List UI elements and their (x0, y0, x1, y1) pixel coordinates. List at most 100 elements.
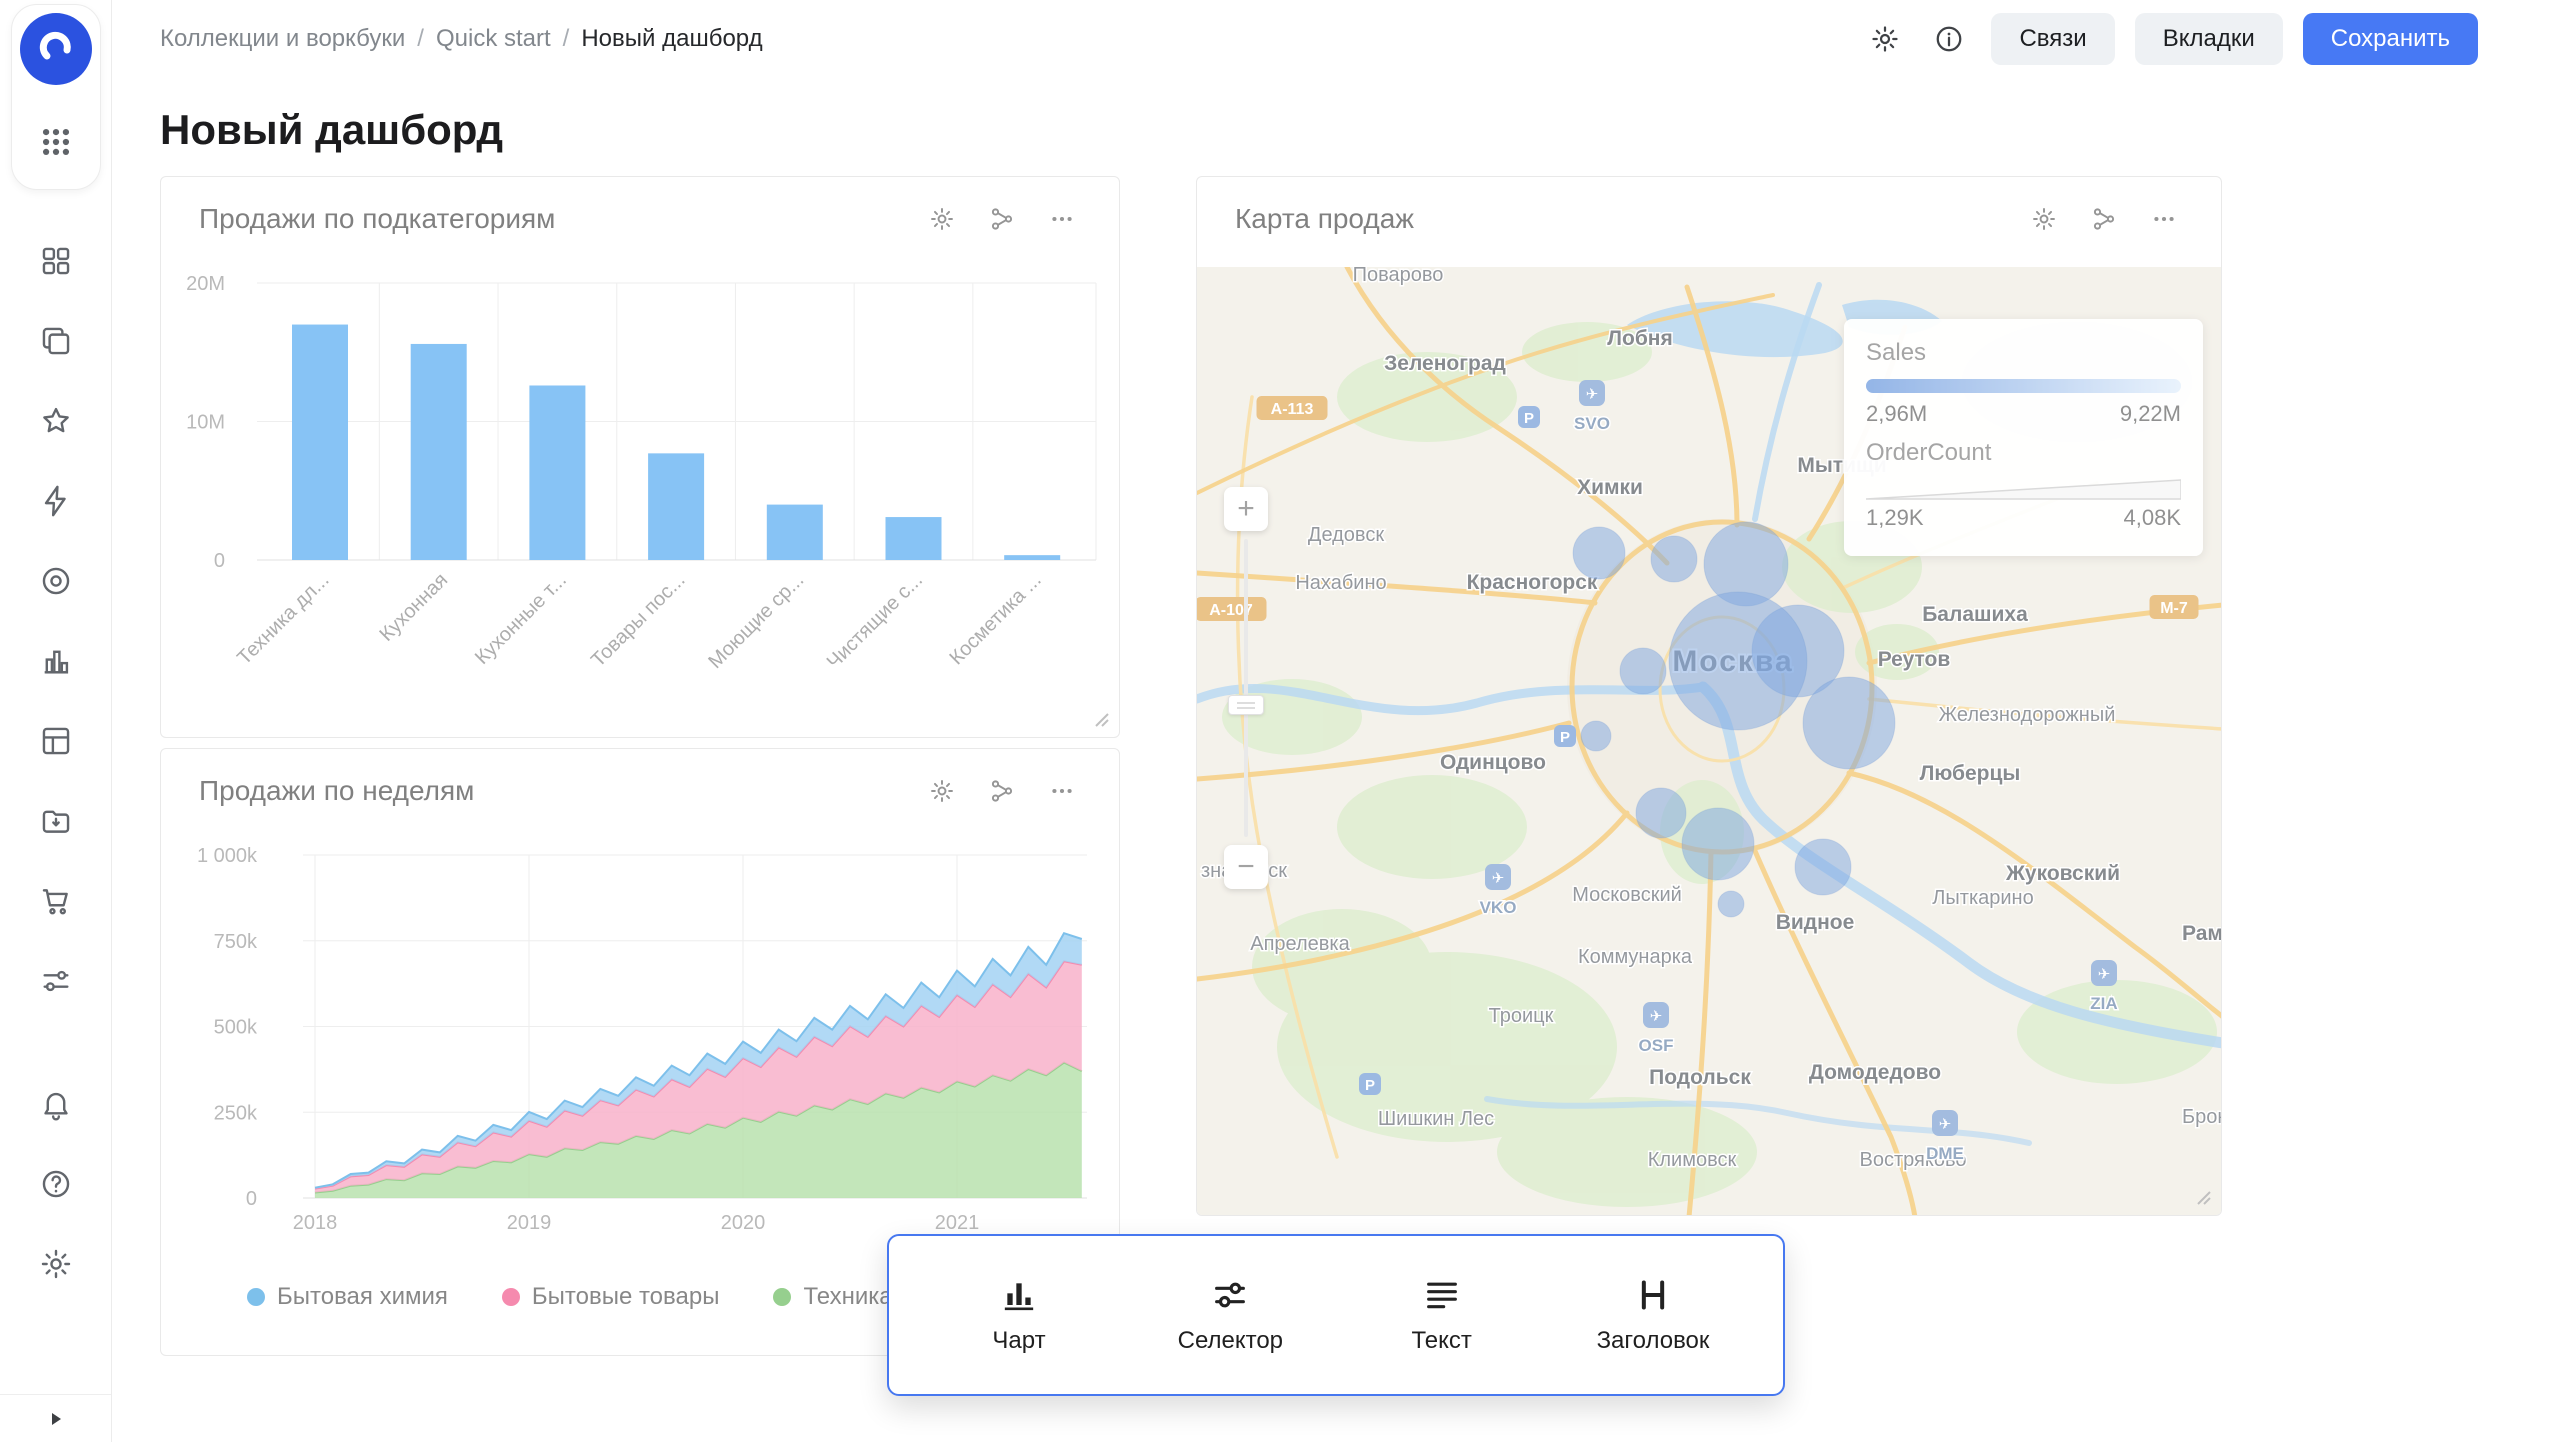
sidebar-item-dashboards[interactable] (0, 701, 112, 781)
dashboard-info-button[interactable] (1927, 17, 1971, 61)
svg-text:ZIA: ZIA (2090, 994, 2117, 1013)
widget-header: Карта продаж (1197, 177, 2221, 261)
map-canvas[interactable]: ПоваровоЗеленоградЛобняМытищиХимкиДедовс… (1197, 267, 2222, 1216)
save-button[interactable]: Сохранить (2303, 13, 2478, 65)
sidebar-item-help[interactable] (0, 1144, 112, 1224)
svg-text:✈: ✈ (1492, 870, 1505, 887)
svg-text:Климовск: Климовск (1648, 1149, 1737, 1171)
chart-legend: Бытовая химия Бытовые товары Техника (247, 1283, 893, 1311)
grid-squares-icon (39, 244, 73, 278)
svg-text:Р: Р (1365, 1077, 1375, 1094)
target-icon (39, 564, 73, 598)
widget-resize-handle[interactable] (1091, 709, 1111, 729)
area-chart-plot: 20182019202020210250k500k750k1 000k (161, 845, 1120, 1285)
map-legend-count-title: OrderCount (1866, 439, 2181, 467)
bell-icon (39, 1087, 73, 1121)
heading-icon (1633, 1275, 1673, 1315)
svg-text:OSF: OSF (1639, 1036, 1674, 1055)
zoom-out-button[interactable]: − (1224, 845, 1268, 889)
breadcrumb-current: Новый дашборд (581, 25, 762, 53)
add-text-label: Текст (1411, 1327, 1471, 1355)
legend-item[interactable]: Бытовая химия (247, 1283, 448, 1311)
gear-icon (929, 778, 955, 804)
svg-text:Химки: Химки (1577, 476, 1643, 499)
legend-item[interactable]: Бытовые товары (502, 1283, 720, 1311)
svg-text:Лыткарино: Лыткарино (1932, 887, 2033, 909)
svg-text:А-113: А-113 (1271, 401, 1314, 418)
sidebar-expand-button[interactable] (0, 1394, 111, 1442)
sidebar-item-notifications[interactable] (0, 1064, 112, 1144)
svg-text:Реутов: Реутов (1878, 648, 1951, 671)
gear-icon (1870, 24, 1900, 54)
zoom-slider-track[interactable] (1244, 539, 1248, 837)
gear-icon (2031, 206, 2057, 232)
ellipsis-icon (1049, 778, 1075, 804)
cart-icon (39, 884, 73, 918)
sidebar-item-collections[interactable] (0, 221, 112, 301)
tabs-button[interactable]: Вкладки (2135, 13, 2283, 65)
sidebar-item-charts[interactable] (0, 621, 112, 701)
sidebar-item-workbooks[interactable] (0, 301, 112, 381)
svg-text:10M: 10M (186, 412, 225, 434)
widget-links-button[interactable] (985, 774, 1019, 808)
widget-settings-button[interactable] (2027, 202, 2061, 236)
widget-links-button[interactable] (985, 202, 1019, 236)
widget-resize-handle[interactable] (2193, 1187, 2213, 1207)
svg-text:Зеленоград: Зеленоград (1384, 352, 1506, 375)
resize-corner-icon (2193, 1187, 2213, 1207)
widget-more-button[interactable] (1045, 774, 1079, 808)
svg-text:Кухонная: Кухонная (375, 569, 452, 646)
add-text-button[interactable]: Текст (1372, 1275, 1512, 1355)
dashboard-settings-button[interactable] (1863, 17, 1907, 61)
breadcrumb: Коллекции и воркбуки / Quick start / Нов… (160, 25, 763, 53)
apps-grid-icon[interactable] (37, 123, 75, 161)
sidebar-item-connections[interactable] (0, 461, 112, 541)
legend-label: Бытовая химия (277, 1283, 448, 1311)
layers-icon (39, 324, 73, 358)
add-selector-button[interactable]: Селектор (1160, 1275, 1300, 1355)
widget-settings-button[interactable] (925, 774, 959, 808)
widget-links-button[interactable] (2087, 202, 2121, 236)
widget-more-button[interactable] (2147, 202, 2181, 236)
legend-label: Бытовые товары (532, 1283, 720, 1311)
relations-button[interactable]: Связи (1991, 13, 2114, 65)
add-chart-button[interactable]: Чарт (949, 1275, 1089, 1355)
zoom-in-button[interactable]: + (1224, 487, 1268, 531)
svg-text:Дедовск: Дедовск (1308, 524, 1384, 546)
sales-min-value: 2,96M (1866, 401, 1927, 427)
sidebar-item-services[interactable] (0, 941, 112, 1021)
datalens-logo-icon (35, 28, 77, 70)
sidebar-item-datasets[interactable] (0, 541, 112, 621)
add-widget-toolbar: Чарт Селектор Текст (887, 1234, 1785, 1396)
sliders-icon (39, 964, 73, 998)
map-legend-sales-title: Sales (1866, 339, 2181, 367)
datalens-dashboard-editor: Коллекции и воркбуки / Quick start / Нов… (0, 0, 2562, 1442)
svg-text:Троицк: Троицк (1489, 1005, 1554, 1027)
svg-text:М-7: М-7 (2160, 600, 2188, 617)
size-ramp-icon (1866, 477, 2181, 501)
svg-text:Бронницы: Бронницы (2182, 1106, 2222, 1128)
zoom-slider-handle[interactable] (1228, 695, 1264, 715)
sidebar-item-reports[interactable] (0, 781, 112, 861)
lightning-icon (39, 484, 73, 518)
svg-text:✈: ✈ (2098, 966, 2111, 983)
breadcrumb-collections[interactable]: Коллекции и воркбуки (160, 25, 405, 53)
legend-item[interactable]: Техника (773, 1283, 892, 1311)
datalens-logo[interactable] (20, 13, 92, 85)
breadcrumb-workbook[interactable]: Quick start (436, 25, 551, 53)
breadcrumb-separator: / (417, 25, 424, 53)
count-min-value: 1,29K (1866, 505, 1924, 531)
sidebar-item-favorites[interactable] (0, 381, 112, 461)
add-heading-button[interactable]: Заголовок (1583, 1275, 1723, 1355)
logo-card (11, 4, 101, 190)
count-max-value: 4,08K (2124, 505, 2182, 531)
sidebar-item-settings[interactable] (0, 1224, 112, 1304)
svg-text:VKO: VKO (1480, 898, 1517, 917)
svg-text:Нахабино: Нахабино (1295, 572, 1386, 594)
svg-text:Р: Р (1524, 410, 1534, 427)
widget-more-button[interactable] (1045, 202, 1079, 236)
topbar-actions: Связи Вкладки Сохранить (1863, 13, 2478, 65)
sidebar-item-marketplace[interactable] (0, 861, 112, 941)
svg-text:Домодедово: Домодедово (1809, 1061, 1941, 1084)
widget-settings-button[interactable] (925, 202, 959, 236)
